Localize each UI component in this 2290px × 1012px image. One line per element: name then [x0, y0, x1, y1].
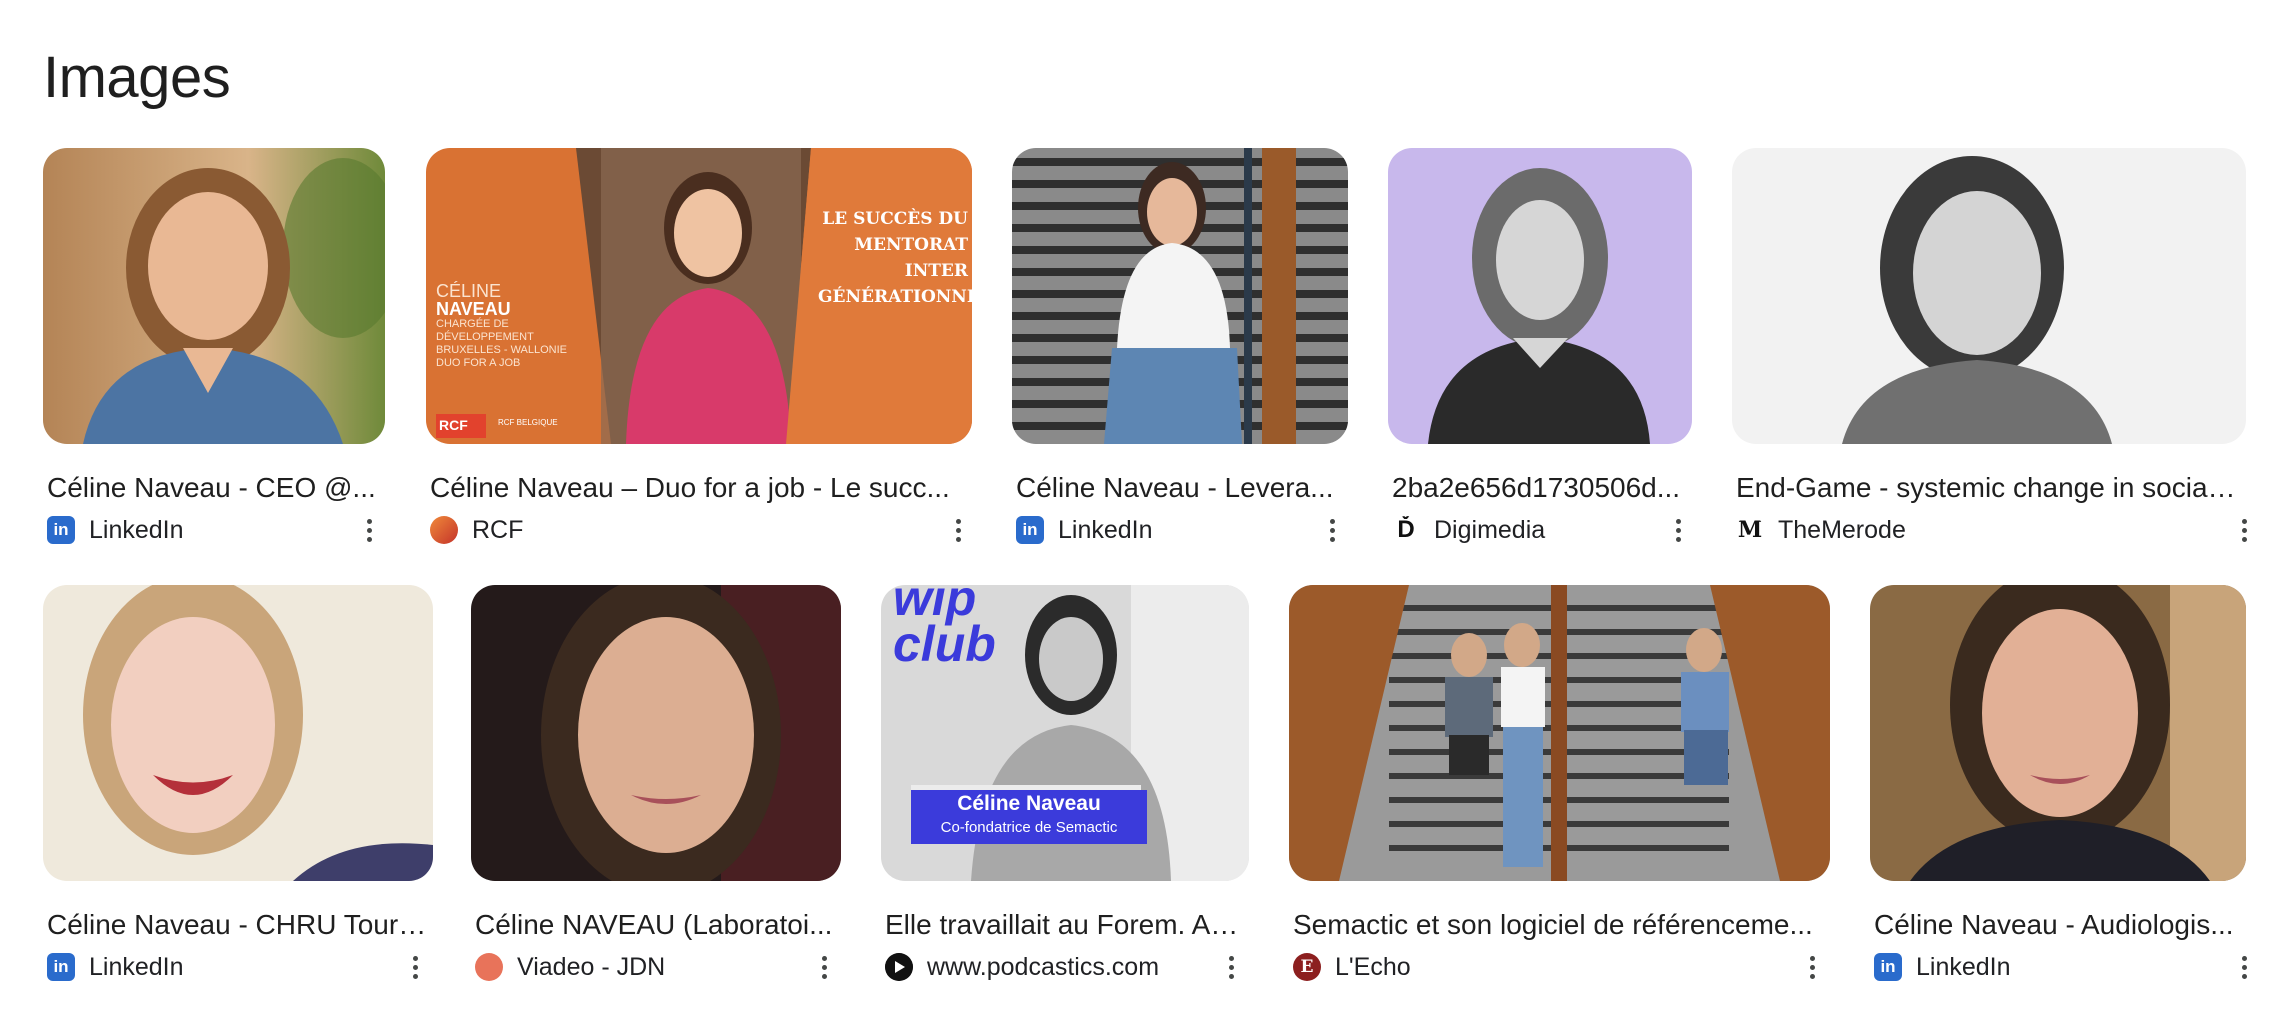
result-thumbnail[interactable]: wip club Céline Naveau Co-fondatrice de … [881, 585, 1249, 881]
portrait-image [1289, 585, 1830, 881]
portrait-image [43, 585, 433, 881]
result-source[interactable]: in LinkedIn [47, 949, 184, 985]
more-options-icon[interactable] [1658, 508, 1698, 552]
more-options-icon[interactable] [1312, 508, 1352, 552]
source-name: TheMerode [1778, 515, 1906, 544]
more-options-icon[interactable] [349, 508, 389, 552]
source-name: Viadeo - JDN [517, 952, 666, 981]
rcf-icon [430, 516, 458, 544]
section-title: Images [43, 45, 231, 110]
result-title[interactable]: Céline NAVEAU (Laboratoi... [475, 905, 837, 945]
digimedia-icon: Ď [1392, 516, 1420, 544]
source-name: LinkedIn [1916, 952, 2011, 981]
result-source[interactable]: www.podcastics.com [885, 949, 1159, 985]
result-thumbnail[interactable] [43, 148, 385, 444]
result-thumbnail[interactable] [1732, 148, 2246, 444]
result-title[interactable]: Céline Naveau - Audiologis... [1874, 905, 2244, 945]
more-options-icon[interactable] [2224, 945, 2264, 989]
rcf-logo: RCF [439, 417, 468, 433]
result-source[interactable]: in LinkedIn [1016, 512, 1153, 548]
more-options-icon[interactable] [2224, 508, 2264, 552]
linkedin-icon: in [47, 953, 75, 981]
result-title[interactable]: End-Game - systemic change in social ... [1736, 468, 2236, 508]
caption-banner: Céline Naveau Co-fondatrice de Semactic [911, 790, 1147, 844]
portrait-image [43, 148, 385, 444]
portrait-image [1870, 585, 2246, 881]
result-source[interactable]: in LinkedIn [47, 512, 184, 548]
more-options-icon[interactable] [804, 945, 844, 989]
thumbnail-caption: CÉLINE NAVEAU CHARGÉE DE DÉVELOPPEMENT B… [436, 281, 568, 369]
result-thumbnail[interactable]: CÉLINE NAVEAU CHARGÉE DE DÉVELOPPEMENT B… [426, 148, 972, 444]
more-options-icon[interactable] [938, 508, 978, 552]
more-options-icon[interactable] [1792, 945, 1832, 989]
result-title[interactable]: Céline Naveau - Levera... [1016, 468, 1342, 508]
result-thumbnail[interactable] [1870, 585, 2246, 881]
result-source[interactable]: Ď Digimedia [1392, 512, 1545, 548]
podcastics-icon [885, 953, 913, 981]
result-source[interactable]: Viadeo - JDN [475, 949, 665, 985]
result-source[interactable]: in LinkedIn [1874, 949, 2011, 985]
result-title[interactable]: Semactic et son logiciel de référenceme.… [1293, 905, 1829, 945]
source-name: RCF [472, 515, 524, 544]
result-title[interactable]: Céline Naveau - CEO @... [47, 468, 377, 508]
result-title[interactable]: 2ba2e656d1730506d... [1392, 468, 1688, 508]
viadeo-icon [475, 953, 503, 981]
source-name: LinkedIn [89, 952, 184, 981]
result-thumbnail[interactable] [1388, 148, 1692, 444]
portrait-image [1388, 148, 1692, 444]
source-name: www.podcastics.com [927, 952, 1160, 981]
lecho-icon: E [1293, 953, 1321, 981]
portrait-image [1012, 148, 1348, 444]
thumbnail-station: RCF BELGIQUE [498, 418, 558, 427]
source-name: Digimedia [1434, 515, 1546, 544]
wip-club-logo: wip club [893, 585, 996, 672]
result-title[interactable]: Céline Naveau – Duo for a job - Le succ.… [430, 468, 966, 508]
more-options-icon[interactable] [1211, 945, 1251, 989]
result-source[interactable]: M TheMerode [1736, 512, 1906, 548]
source-name: L'Echo [1335, 952, 1411, 981]
result-thumbnail[interactable] [1012, 148, 1348, 444]
linkedin-icon: in [47, 516, 75, 544]
themerode-icon: M [1736, 516, 1764, 544]
result-thumbnail[interactable] [43, 585, 433, 881]
result-source[interactable]: E L'Echo [1293, 949, 1411, 985]
more-options-icon[interactable] [395, 945, 435, 989]
portrait-image [471, 585, 841, 881]
portrait-image [1732, 148, 2246, 444]
linkedin-icon: in [1016, 516, 1044, 544]
result-title[interactable]: Céline Naveau - CHRU Tours... [47, 905, 427, 945]
linkedin-icon: in [1874, 953, 1902, 981]
result-title[interactable]: Elle travaillait au Forem. Au... [885, 905, 1247, 945]
result-thumbnail[interactable] [1289, 585, 1830, 881]
source-name: LinkedIn [89, 515, 184, 544]
result-source[interactable]: RCF [430, 512, 523, 548]
result-thumbnail[interactable] [471, 585, 841, 881]
thumbnail-headline: LE SUCCÈS DU MENTORAT INTER GÉNÉRATIONNE… [818, 209, 972, 307]
source-name: LinkedIn [1058, 515, 1153, 544]
